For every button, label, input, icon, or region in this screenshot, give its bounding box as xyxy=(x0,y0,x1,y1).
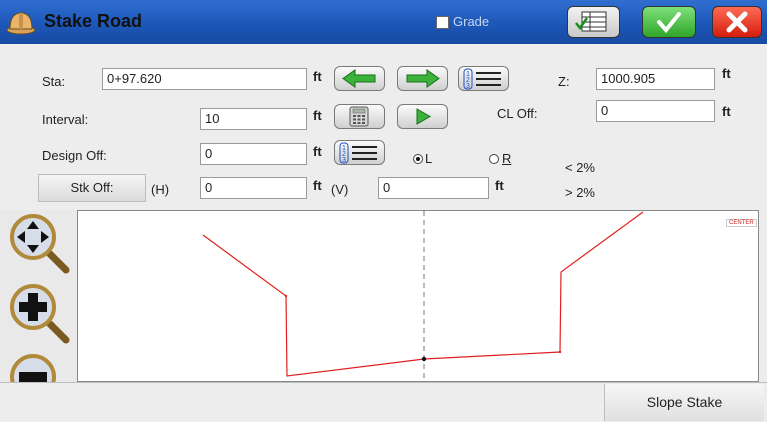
sta-label: Sta: xyxy=(42,74,66,89)
station-list-button[interactable]: 1 2 3 xyxy=(458,66,509,91)
side-left-label[interactable]: L xyxy=(425,151,432,166)
sta-unit: ft xyxy=(313,69,322,84)
arrow-left-icon xyxy=(342,69,376,88)
stk-off-v-input[interactable]: 0 xyxy=(378,177,489,199)
hardhat-icon xyxy=(6,12,36,35)
stk-off-h-unit: ft xyxy=(313,178,322,193)
station-prev-button[interactable] xyxy=(334,66,385,91)
table-icon xyxy=(575,11,607,32)
design-off-label: Design Off: xyxy=(42,148,107,163)
slope-stake-button[interactable]: Slope Stake xyxy=(604,384,764,421)
close-x-icon xyxy=(726,11,748,33)
grade-checkbox[interactable] xyxy=(436,16,449,29)
side-right-label[interactable]: R xyxy=(502,151,511,166)
design-off-input[interactable]: 0 xyxy=(200,143,307,165)
calculator-button[interactable] xyxy=(334,104,385,129)
slope-greater-label: > 2% xyxy=(565,185,595,200)
title-bar: Stake Road Grade xyxy=(0,0,767,44)
z-label: Z: xyxy=(558,74,570,89)
cl-off-unit: ft xyxy=(722,104,731,119)
play-icon xyxy=(416,108,432,125)
stk-off-h-label: (H) xyxy=(151,182,170,197)
cl-off-input[interactable]: 0 xyxy=(596,100,715,122)
cross-section-plot xyxy=(202,211,644,381)
numbered-list-icon: 1 2 3 xyxy=(339,142,377,164)
hinge-point-right xyxy=(558,350,562,354)
interval-input[interactable]: 10 xyxy=(200,108,307,130)
zoom-pan-icon[interactable] xyxy=(8,212,72,276)
play-button[interactable] xyxy=(397,104,448,129)
stk-off-button[interactable]: Stk Off: xyxy=(38,174,146,202)
z-input[interactable]: 1000.905 xyxy=(596,68,715,90)
interval-label: Interval: xyxy=(42,112,89,127)
station-next-button[interactable] xyxy=(397,66,448,91)
cl-off-label: CL Off: xyxy=(497,106,538,121)
stk-off-v-unit: ft xyxy=(495,178,504,193)
grade-label[interactable]: Grade xyxy=(453,14,489,29)
z-unit: ft xyxy=(722,66,731,81)
ok-button[interactable] xyxy=(642,6,696,38)
cross-section-view[interactable] xyxy=(77,210,759,382)
sta-input[interactable]: 0+97.620 xyxy=(102,68,307,90)
page-title: Stake Road xyxy=(44,11,143,31)
checkmark-icon xyxy=(657,12,681,34)
interval-unit: ft xyxy=(313,108,322,123)
side-right-radio[interactable] xyxy=(489,154,499,164)
hinge-point-left xyxy=(284,294,288,298)
arrow-right-icon xyxy=(406,69,440,88)
close-button[interactable] xyxy=(712,6,762,38)
numbered-list-icon: 1 2 3 xyxy=(463,68,501,90)
centerline-point xyxy=(421,356,427,362)
stk-off-v-label: (V) xyxy=(331,182,349,197)
table-view-button[interactable] xyxy=(567,6,620,38)
stk-off-h-input[interactable]: 0 xyxy=(200,177,307,199)
profile-line xyxy=(202,211,644,377)
zoom-in-icon[interactable] xyxy=(8,282,72,346)
design-off-unit: ft xyxy=(313,144,322,159)
design-off-list-button[interactable]: 1 2 3 xyxy=(334,140,385,165)
slope-less-label: < 2% xyxy=(565,160,595,175)
center-button[interactable]: CENTER xyxy=(726,219,757,227)
side-left-radio[interactable] xyxy=(413,154,423,164)
calculator-icon xyxy=(349,106,369,127)
